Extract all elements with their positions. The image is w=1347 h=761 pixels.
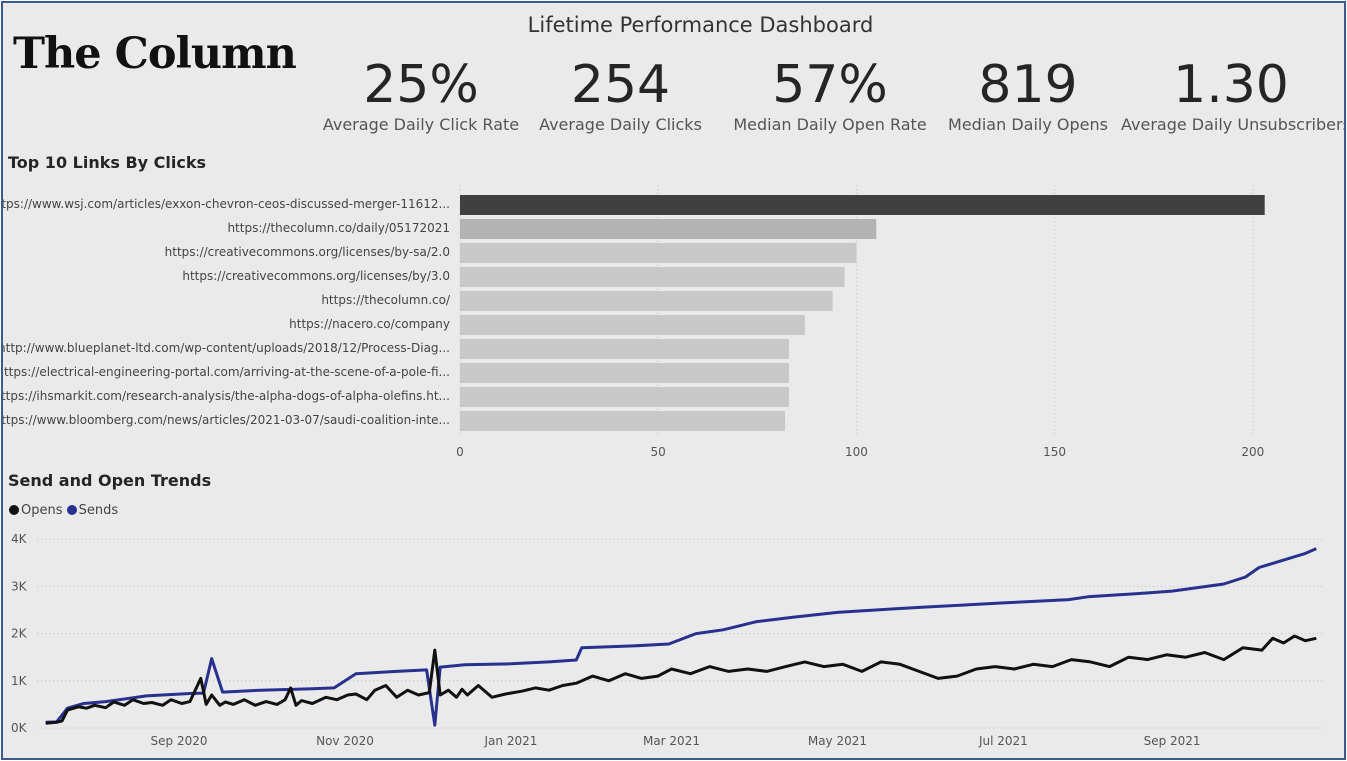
kpi-value: 254 bbox=[570, 55, 671, 115]
y-tick-label: 3K bbox=[11, 579, 28, 593]
bar bbox=[460, 219, 877, 239]
bar-category-label: https://nacero.co/company bbox=[289, 317, 450, 331]
links-section-title: Top 10 Links By Clicks bbox=[8, 153, 206, 172]
bar bbox=[460, 363, 790, 383]
trends-section-title: Send and Open Trends bbox=[8, 471, 212, 490]
legend-dot-sends bbox=[66, 505, 77, 515]
bar bbox=[460, 243, 857, 263]
kpi-open-rate: 57% Median Daily Open Rate bbox=[730, 55, 930, 134]
kpi-click-rate: 25% Average Daily Click Rate bbox=[321, 55, 521, 134]
legend-item-sends[interactable]: Sends bbox=[66, 503, 119, 518]
x-tick-label: 50 bbox=[651, 445, 666, 459]
bar bbox=[460, 411, 786, 431]
dashboard-title: Lifetime Performance Dashboard bbox=[527, 13, 874, 37]
bar bbox=[460, 195, 1265, 215]
y-tick-label: 1K bbox=[11, 674, 28, 688]
bar-category-label: https://www.wsj.com/articles/exxon-chevr… bbox=[3, 197, 450, 211]
x-tick-label: Sep 2021 bbox=[1144, 734, 1201, 748]
bar bbox=[460, 339, 790, 359]
x-tick-label: 200 bbox=[1241, 445, 1264, 459]
chart-legend: Opens Sends bbox=[9, 503, 118, 518]
bar-category-label: https://creativecommons.org/licenses/by-… bbox=[165, 245, 450, 259]
bar bbox=[460, 387, 790, 407]
kpi-unsubscribers: 1.30 Average Daily Unsubscribers bbox=[1121, 55, 1346, 134]
x-tick-label: 150 bbox=[1043, 445, 1066, 459]
y-tick-label: 0K bbox=[11, 721, 28, 735]
dashboard-frame: The Column Lifetime Performance Dashboar… bbox=[1, 1, 1346, 760]
bar-category-label: https://thecolumn.co/ bbox=[321, 293, 451, 307]
bar bbox=[460, 315, 805, 335]
x-tick-label: 0 bbox=[456, 445, 464, 459]
sends-series-line bbox=[45, 547, 1317, 727]
bar-category-label: https://thecolumn.co/daily/05172021 bbox=[227, 221, 450, 235]
x-tick-label: Sep 2020 bbox=[151, 734, 208, 748]
kpi-value: 1.30 bbox=[1173, 55, 1289, 115]
bar-category-label: https://creativecommons.org/licenses/by/… bbox=[182, 269, 450, 283]
x-tick-label: May 2021 bbox=[808, 734, 867, 748]
kpi-label: Average Daily Clicks bbox=[539, 115, 702, 134]
legend-item-opens[interactable]: Opens bbox=[9, 503, 63, 518]
opens-series-line bbox=[45, 634, 1317, 725]
bar-category-label: http://www.blueplanet-ltd.com/wp-content… bbox=[3, 341, 450, 355]
top-links-bar-chart: 0 50 100 150 200 https://www.wsj.com/articles… bbox=[3, 185, 1265, 459]
kpi-daily-clicks: 254 Average Daily Clicks bbox=[533, 55, 708, 134]
legend-dot-opens bbox=[9, 505, 19, 515]
x-tick-label: Mar 2021 bbox=[643, 734, 700, 748]
y-tick-label: 2K bbox=[11, 627, 28, 641]
bar-category-label: https://electrical-engineering-portal.co… bbox=[3, 365, 450, 379]
bar-category-label: https://www.bloomberg.com/news/articles/… bbox=[3, 413, 450, 427]
x-tick-label: Nov 2020 bbox=[316, 734, 374, 748]
kpi-value: 819 bbox=[978, 55, 1078, 115]
kpi-label: Median Daily Opens bbox=[948, 115, 1108, 134]
x-tick-label: 100 bbox=[845, 445, 868, 459]
kpi-label: Average Daily Click Rate bbox=[322, 115, 520, 134]
bar bbox=[460, 291, 833, 311]
kpi-label: Average Daily Unsubscribers bbox=[1121, 115, 1346, 134]
x-tick-label: Jan 2021 bbox=[484, 734, 538, 748]
bar bbox=[460, 267, 845, 287]
kpi-label: Median Daily Open Rate bbox=[733, 115, 927, 134]
legend-label-opens: Opens bbox=[21, 503, 63, 518]
legend-label-sends: Sends bbox=[78, 503, 119, 518]
kpi-value: 57% bbox=[772, 55, 888, 115]
y-tick-label: 4K bbox=[11, 532, 28, 546]
logo: The Column bbox=[13, 29, 297, 79]
send-open-line-chart: 0K 1K 2K 3K 4K Sep 2020 Nov 2020 Jan 2021 Mar 20… bbox=[11, 532, 1323, 748]
bar-category-label: https://ihsmarkit.com/research-analysis/… bbox=[3, 389, 450, 403]
kpi-value: 25% bbox=[363, 55, 479, 115]
kpi-daily-opens: 819 Median Daily Opens bbox=[943, 55, 1113, 134]
x-tick-label: Jul 2021 bbox=[978, 734, 1028, 748]
